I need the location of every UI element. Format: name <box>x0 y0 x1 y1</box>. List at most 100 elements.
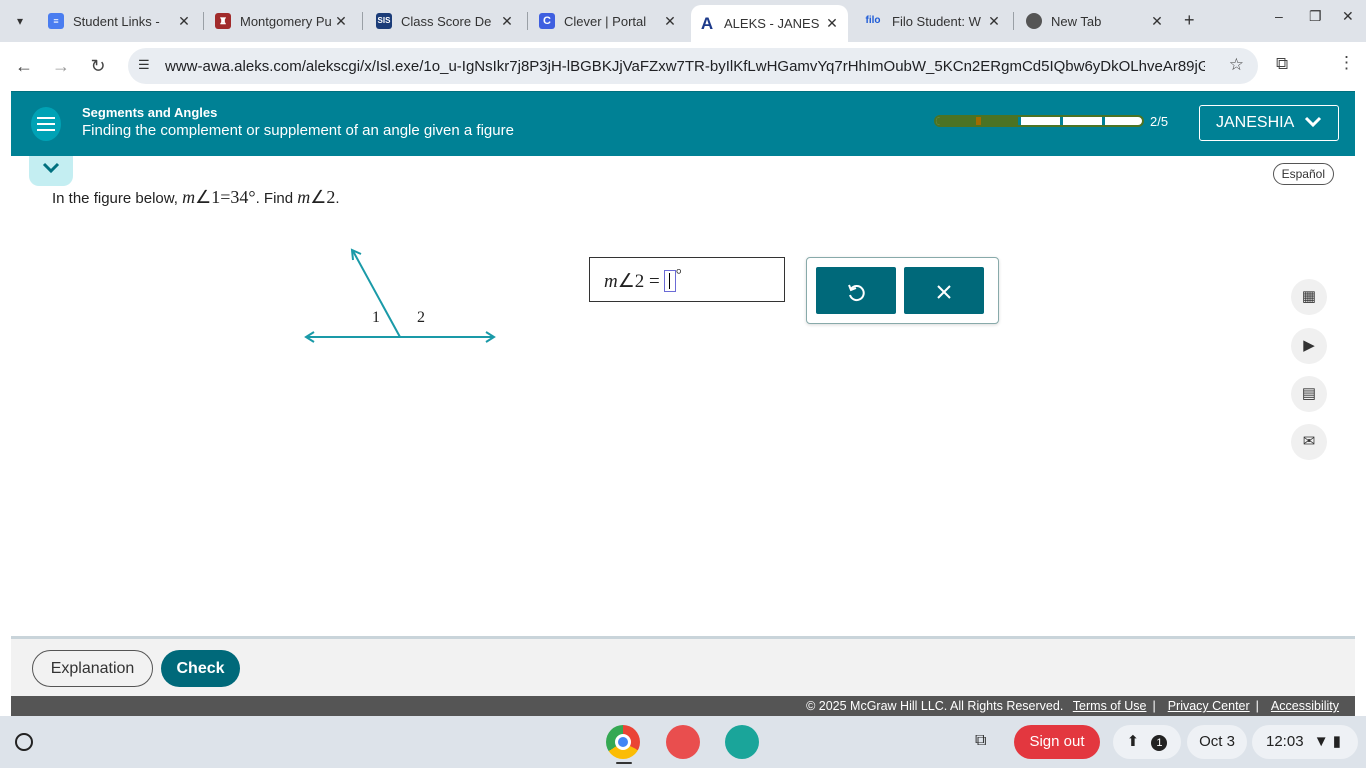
reload-icon[interactable]: ↻ <box>86 54 110 78</box>
wifi-icon: ▼ <box>1313 733 1329 750</box>
mail-envelope-icon[interactable]: ✉ <box>1291 424 1327 460</box>
terms-of-use-link[interactable]: Terms of Use <box>1073 699 1147 713</box>
tab-divider <box>362 12 363 30</box>
os-shelf: ⧉ Sign out ⬆ 1 Oct 3 12:03 ▼ ▮ <box>0 716 1366 768</box>
url-text[interactable]: www-awa.aleks.com/alekscgi/x/Isl.exe/1o_… <box>165 58 1205 75</box>
angle-symbol-icon: ∠ <box>617 271 635 292</box>
video-play-icon[interactable]: ▶ <box>1291 328 1327 364</box>
new-tab-plus-icon[interactable]: + <box>1184 10 1195 31</box>
kebab-menu-icon[interactable]: ⋮ <box>1338 53 1355 73</box>
given-angle-expression: m∠1=34° <box>182 187 256 207</box>
clear-button[interactable] <box>904 267 984 314</box>
tab-divider <box>527 12 528 30</box>
angle-figure: 1 2 <box>304 248 496 343</box>
answer-input-field[interactable] <box>663 270 676 292</box>
tab-new-tab[interactable]: New Tab ✕ <box>1018 5 1173 37</box>
launcher-icon[interactable] <box>15 733 33 751</box>
user-menu-button[interactable]: JANESHIA <box>1199 105 1339 141</box>
close-icon[interactable]: ✕ <box>662 13 678 30</box>
clock-time: 12:03 <box>1266 733 1304 750</box>
minimize-icon[interactable]: – <box>1275 8 1283 24</box>
accessibility-link[interactable]: Accessibility <box>1271 699 1339 713</box>
art-palette-app-icon[interactable] <box>666 725 700 759</box>
user-name: JANESHIA <box>1216 114 1295 131</box>
hamburger-menu-icon[interactable] <box>31 107 61 141</box>
school-crest-icon: ♜ <box>215 13 231 29</box>
close-icon[interactable]: ✕ <box>1149 13 1165 30</box>
angle-symbol-icon: ∠ <box>310 187 327 207</box>
lesson-title: Finding the complement or supplement of … <box>82 122 514 139</box>
time-status-tray[interactable]: 12:03 ▼ ▮ <box>1252 725 1358 759</box>
site-settings-icon[interactable]: ☰ <box>138 57 150 73</box>
topic-name: Segments and Angles <box>82 105 218 120</box>
notifications-tray[interactable]: ⬆ 1 <box>1113 725 1181 759</box>
filo-icon: filo <box>865 15 881 26</box>
tab-search-dropdown-icon[interactable]: ▾ <box>10 11 30 31</box>
sis-icon: SIS <box>376 13 392 29</box>
browser-toolbar: ← → ↻ ☰ www-awa.aleks.com/alekscgi/x/Isl… <box>0 42 1366 90</box>
check-button[interactable]: Check <box>161 650 240 687</box>
collapse-header-button[interactable] <box>29 156 73 186</box>
progress-bar <box>934 115 1144 127</box>
progress-marker <box>976 117 981 125</box>
back-arrow-icon[interactable]: ← <box>12 54 36 78</box>
sign-out-button[interactable]: Sign out <box>1014 725 1100 759</box>
tab-aleks[interactable]: A ALEKS - JANES ✕ <box>691 5 848 42</box>
chevron-down-icon <box>1304 115 1322 131</box>
tab-clever[interactable]: C Clever | Portal ✕ <box>531 5 686 37</box>
tab-class-score[interactable]: SIS Class Score De ✕ <box>368 5 523 37</box>
close-icon[interactable]: ✕ <box>499 13 515 30</box>
notification-count: 1 <box>1151 735 1168 751</box>
address-bar[interactable]: ☰ www-awa.aleks.com/alekscgi/x/Isl.exe/1… <box>128 48 1258 84</box>
browser-tab-strip: ▾ ≡ Student Links - ✕ ♜ Montgomery Pu ✕ … <box>0 0 1366 42</box>
angle-label-1: 1 <box>372 309 380 326</box>
screen-capture-icon[interactable]: ⧉ <box>975 732 986 750</box>
chrome-app-icon[interactable] <box>606 725 640 759</box>
explanation-button[interactable]: Explanation <box>32 650 153 687</box>
close-icon[interactable]: ✕ <box>986 13 1002 30</box>
tab-montgomery[interactable]: ♜ Montgomery Pu ✕ <box>207 5 357 37</box>
upload-arrow-icon: ⬆ <box>1126 733 1140 750</box>
tab-student-links[interactable]: ≡ Student Links - ✕ <box>40 5 200 37</box>
progress-segment-divider <box>1060 117 1063 125</box>
clever-icon: C <box>539 13 555 29</box>
progress-count: 2/5 <box>1150 114 1169 129</box>
calculator-icon[interactable]: ▦ <box>1291 279 1327 315</box>
classroom-app-icon[interactable] <box>725 725 759 759</box>
angle-label-2: 2 <box>417 309 425 326</box>
tab-divider <box>203 12 204 30</box>
find-angle-expression: m∠2 <box>297 187 336 207</box>
close-icon[interactable]: ✕ <box>333 13 349 30</box>
date-display[interactable]: Oct 3 <box>1187 725 1247 759</box>
tab-filo[interactable]: filo Filo Student: W ✕ <box>855 5 1010 37</box>
extensions-puzzle-icon[interactable]: ⧉ <box>1276 54 1288 74</box>
close-window-icon[interactable]: ✕ <box>1342 8 1354 25</box>
espanol-button[interactable]: Español <box>1272 163 1334 185</box>
dictionary-book-icon[interactable]: ▤ <box>1291 376 1327 412</box>
battery-icon: ▮ <box>1332 733 1342 750</box>
restore-icon[interactable]: ❐ <box>1309 8 1322 25</box>
main-content: Español In the figure below, m∠1=34°. Fi… <box>11 156 1355 636</box>
answer-input-box[interactable]: m∠2 = ° <box>589 257 785 302</box>
chevron-down-icon <box>42 162 60 174</box>
undo-icon <box>848 284 865 302</box>
undo-button[interactable] <box>816 267 896 314</box>
tab-divider <box>1013 12 1014 30</box>
forward-arrow-icon[interactable]: → <box>49 54 73 78</box>
aleks-header: Segments and Angles Finding the compleme… <box>11 91 1355 156</box>
privacy-center-link[interactable]: Privacy Center <box>1168 699 1250 713</box>
docs-icon: ≡ <box>48 13 64 29</box>
aleks-icon: A <box>700 13 714 33</box>
close-icon[interactable]: ✕ <box>824 15 840 32</box>
close-icon[interactable]: ✕ <box>176 13 192 30</box>
active-app-indicator <box>616 762 632 764</box>
angle-symbol-icon: ∠ <box>195 187 212 207</box>
copyright-bar: © 2025 McGraw Hill LLC. All Rights Reser… <box>11 696 1355 716</box>
bookmark-star-icon[interactable]: ☆ <box>1229 55 1244 75</box>
close-icon <box>937 285 951 299</box>
question-text: In the figure below, m∠1=34°. Find m∠2. <box>52 187 340 207</box>
progress-segment-divider <box>1102 117 1105 125</box>
chrome-icon <box>1026 13 1042 29</box>
action-footer: Explanation Check <box>11 636 1355 696</box>
progress-segment-divider <box>1018 117 1021 125</box>
